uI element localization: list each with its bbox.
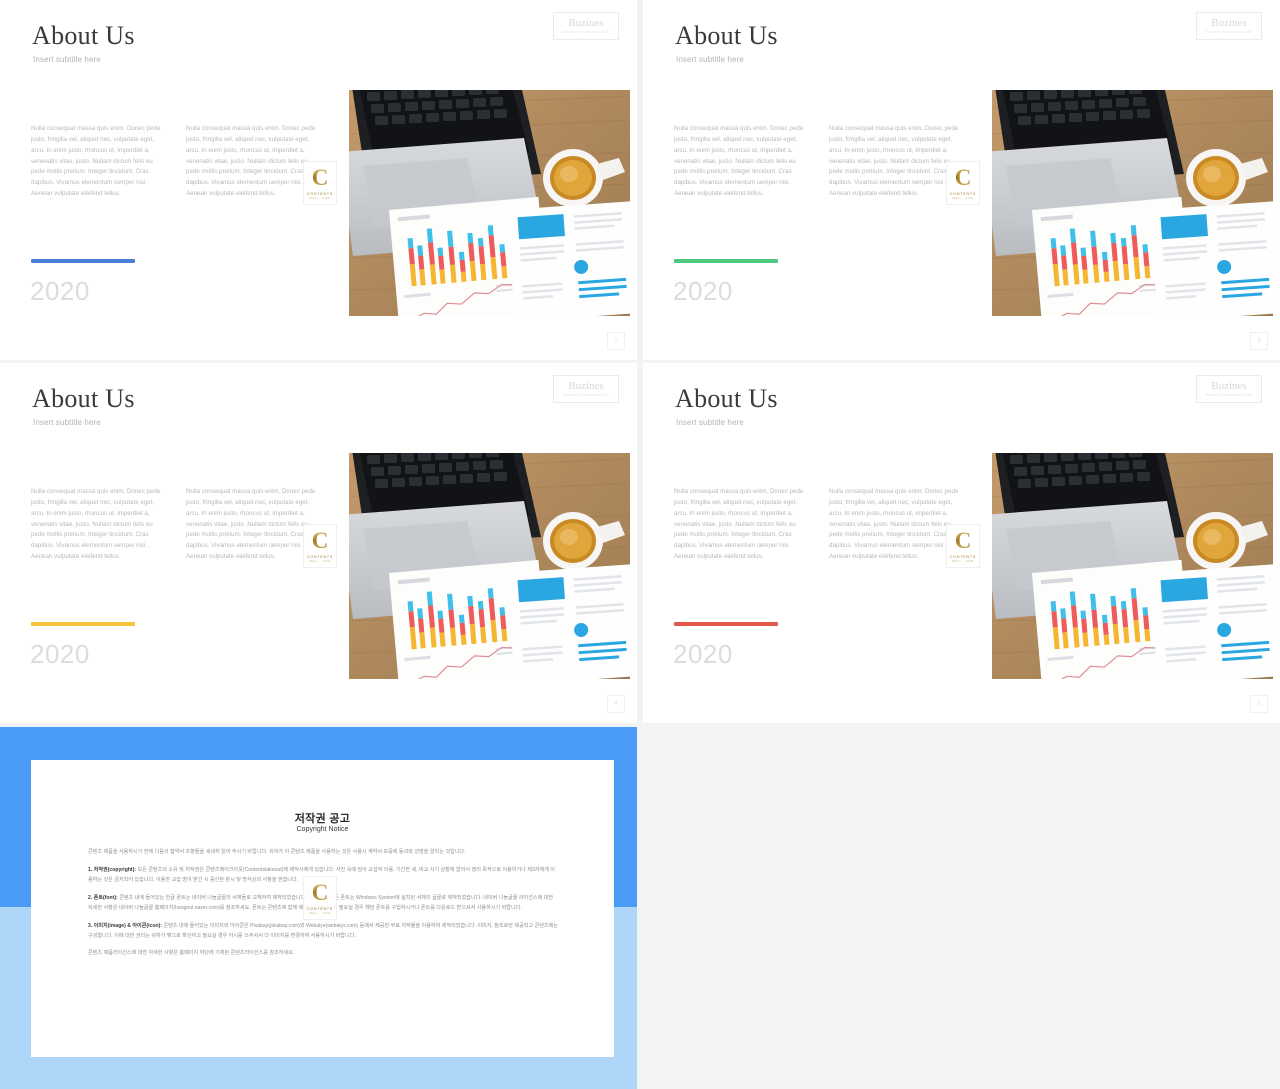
slide-page-number: 4 [607,695,625,713]
watermark-line2: MALL . COM [309,560,331,564]
body-text-right: Nulla consequat massa quis enim. Donec p… [829,488,959,561]
slide-thumbnail-4[interactable]: About Us Insert subtitle here Buzines Bu… [0,363,637,723]
body-text-left: Nulla consequat massa quis enim. Donec p… [31,488,161,561]
contents-watermark: C CONTENTS MALL . COM [303,876,337,920]
accent-bar [674,622,778,626]
slide-page-number: 3 [1250,332,1268,350]
accent-bar [31,622,135,626]
slide-thumbnail-2[interactable]: About Us Insert subtitle here Buzines Bu… [0,0,637,360]
desk-workspace-photo [349,453,630,679]
copyright-section-3-label: 3. 이미지(image) & 아이콘(icon): [88,922,162,929]
watermark-line2: MALL . COM [309,912,331,916]
watermark-line1: CONTENTS [306,906,334,911]
watermark-letter: C [954,527,972,553]
copyright-title-en: Copyright Notice [296,826,349,833]
page-title: About Us [32,384,135,413]
contents-watermark: C CONTENTS MALL . COM [303,524,337,568]
slide-page-number: 5 [1250,695,1268,713]
brand-logo-tagline: Business Presentation Slide [562,29,610,34]
page-title: About Us [32,21,135,50]
year-label: 2020 [673,276,733,306]
copyright-title-ko: 저작권 공고 [294,813,351,825]
copyright-section-3: 3. 이미지(image) & 아이콘(icon): 콘텐츠 내에 들어있는 이… [88,922,558,942]
watermark-letter: C [311,164,329,190]
body-text-right: Nulla consequat massa quis enim. Donec p… [186,488,316,561]
photo-illustration [349,90,630,316]
brand-logo-tagline: Business Presentation Slide [562,392,610,397]
slide-grid: About Us Insert subtitle here Buzines Bu… [0,0,1280,1089]
desk-workspace-photo [992,453,1273,679]
page-subtitle: Insert subtitle here [33,55,101,64]
brand-logo-name: Buzines [1211,16,1247,29]
copyright-outro: 콘텐츠 제품라이선스에 대한 자세한 사항은 홈페이지 하단에 기재된 콘텐츠라… [88,950,295,957]
photo-illustration [992,453,1273,679]
presentation-thumbnail-grid: About Us Insert subtitle here Buzines Bu… [0,0,1280,1089]
slide-thumbnail-5[interactable]: About Us Insert subtitle here Buzines Bu… [643,363,1280,723]
contents-watermark: C CONTENTS MALL . COM [946,161,980,205]
watermark-line2: MALL . COM [952,560,974,564]
brand-logo-name: Buzines [568,16,604,29]
contents-watermark: C CONTENTS MALL . COM [303,161,337,205]
contents-watermark: C CONTENTS MALL . COM [946,524,980,568]
watermark-line1: CONTENTS [306,191,334,196]
brand-logo-tagline: Business Presentation Slide [1205,29,1253,34]
watermark-line1: CONTENTS [949,554,977,559]
accent-bar [31,259,135,263]
year-label: 2020 [673,639,733,669]
copyright-section-1-label: 1. 저작권(copyright): [88,866,137,873]
watermark-letter: C [311,527,329,553]
body-text-left: Nulla consequat massa quis enim. Donec p… [31,125,161,198]
watermark-line1: CONTENTS [306,554,334,559]
photo-illustration [992,90,1273,316]
page-title: About Us [675,384,778,413]
brand-logo: Buzines Business Presentation Slide [553,375,619,403]
photo-illustration [349,453,630,679]
desk-workspace-photo [992,90,1273,316]
body-text-right: Nulla consequat massa quis enim. Donec p… [829,125,959,198]
year-label: 2020 [30,276,90,306]
page-subtitle: Insert subtitle here [33,418,101,427]
brand-logo: Buzines Business Presentation Slide [1196,12,1262,40]
brand-logo-name: Buzines [1211,379,1247,392]
watermark-letter: C [311,879,329,905]
desk-workspace-photo [349,90,630,316]
page-subtitle: Insert subtitle here [676,418,744,427]
watermark-letter: C [954,164,972,190]
page-title: About Us [675,21,778,50]
brand-logo: Buzines Business Presentation Slide [553,12,619,40]
watermark-line1: CONTENTS [949,191,977,196]
copyright-section-2-label: 2. 폰트(font): [88,894,118,901]
slide-thumbnail-3[interactable]: About Us Insert subtitle here Buzines Bu… [643,0,1280,360]
brand-logo-tagline: Business Presentation Slide [1205,392,1253,397]
brand-logo: Buzines Business Presentation Slide [1196,375,1262,403]
body-text-right: Nulla consequat massa quis enim. Donec p… [186,125,316,198]
body-text-left: Nulla consequat massa quis enim. Donec p… [674,125,804,198]
brand-logo-name: Buzines [568,379,604,392]
page-subtitle: Insert subtitle here [676,55,744,64]
slide-thumbnail-copyright[interactable]: 저작권 공고 Copyright Notice 콘텐츠 제품을 사용하시기 전에… [0,727,637,1089]
watermark-line2: MALL . COM [309,197,331,201]
accent-bar [674,259,778,263]
body-text-left: Nulla consequat massa quis enim. Donec p… [674,488,804,561]
slide-page-number: 2 [607,332,625,350]
watermark-line2: MALL . COM [952,197,974,201]
year-label: 2020 [30,639,90,669]
copyright-intro: 콘텐츠 제품을 사용하시기 전에 다음의 협약서 조항들을 세세히 읽어 주시기… [88,849,466,855]
